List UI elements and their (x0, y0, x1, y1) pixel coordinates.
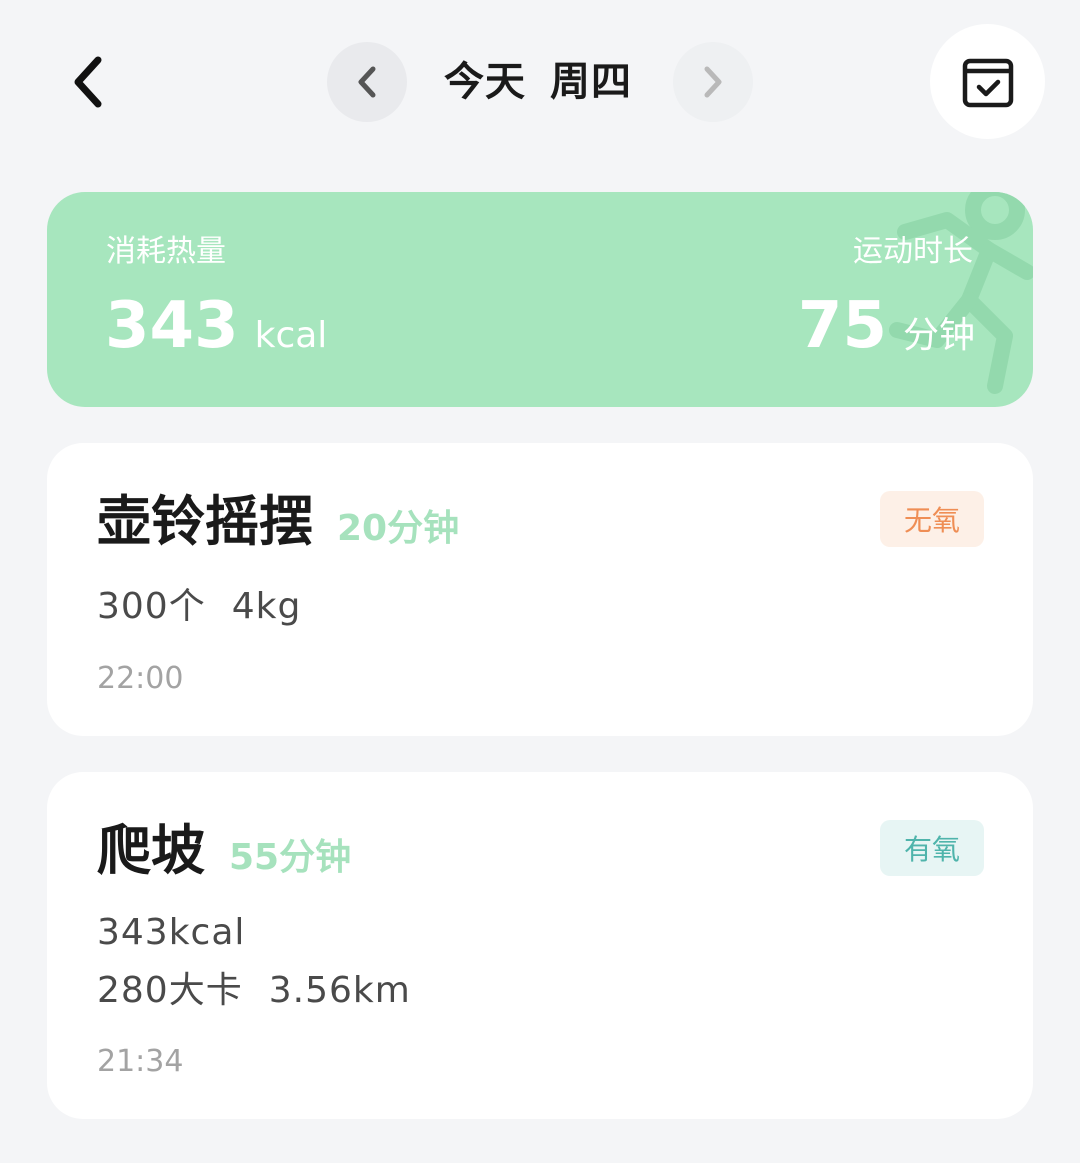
top-bar: 今天 周四 (0, 0, 1080, 165)
previous-day-button[interactable] (327, 42, 407, 122)
activity-title-row: 壶铃摇摆 20分钟 (97, 487, 459, 557)
activity-details: 280大卡 3.56km (97, 962, 411, 1020)
activity-duration: 20分钟 (337, 508, 460, 549)
title-weekday: 周四 (550, 59, 632, 105)
activity-type-badge: 无氧 (880, 491, 984, 547)
activity-title-row: 爬坡 55分钟 (97, 816, 351, 886)
activity-details: 300个 4kg (97, 578, 301, 636)
activity-duration: 55分钟 (229, 837, 352, 878)
calories-unit: kcal (254, 315, 328, 356)
chevron-left-icon (358, 66, 376, 98)
activity-calories: 343kcal (97, 912, 246, 953)
chevron-right-icon (704, 66, 722, 98)
calories-value: 343 (105, 289, 239, 363)
page-title: 今天 周四 (420, 52, 656, 112)
calendar-check-icon (962, 58, 1013, 107)
duration-unit: 分钟 (902, 315, 975, 356)
activity-card-hill-climb[interactable]: 爬坡 55分钟 有氧 343kcal 280大卡 3.56km 21:34 (47, 772, 1033, 1119)
activity-weight: 4kg (231, 586, 302, 627)
calories-label: 消耗热量 (106, 234, 226, 269)
activity-card-kettlebell[interactable]: 壶铃摇摆 20分钟 无氧 300个 4kg 22:00 (47, 443, 1033, 736)
activity-type-badge: 有氧 (880, 820, 984, 876)
calories-value-group: 343 kcal (105, 288, 327, 374)
activity-name: 爬坡 (97, 819, 205, 882)
back-button[interactable] (58, 50, 118, 114)
activity-name: 壶铃摇摆 (97, 490, 313, 553)
activity-time: 21:34 (97, 1044, 184, 1079)
activity-kcal: 280大卡 (97, 970, 243, 1011)
duration-label: 运动时长 (853, 234, 973, 269)
duration-value-group: 75 分钟 (798, 288, 975, 374)
title-day: 今天 (444, 59, 526, 105)
calendar-button[interactable] (930, 24, 1045, 139)
next-day-button[interactable] (673, 42, 753, 122)
activity-time: 22:00 (97, 661, 184, 696)
activity-distance: 3.56km (268, 970, 411, 1011)
duration-value: 75 (797, 289, 887, 363)
chevron-left-icon (74, 56, 102, 108)
activity-reps: 300个 (97, 586, 206, 627)
exercise-summary-card: 消耗热量 343 kcal 运动时长 75 分钟 (47, 192, 1033, 407)
